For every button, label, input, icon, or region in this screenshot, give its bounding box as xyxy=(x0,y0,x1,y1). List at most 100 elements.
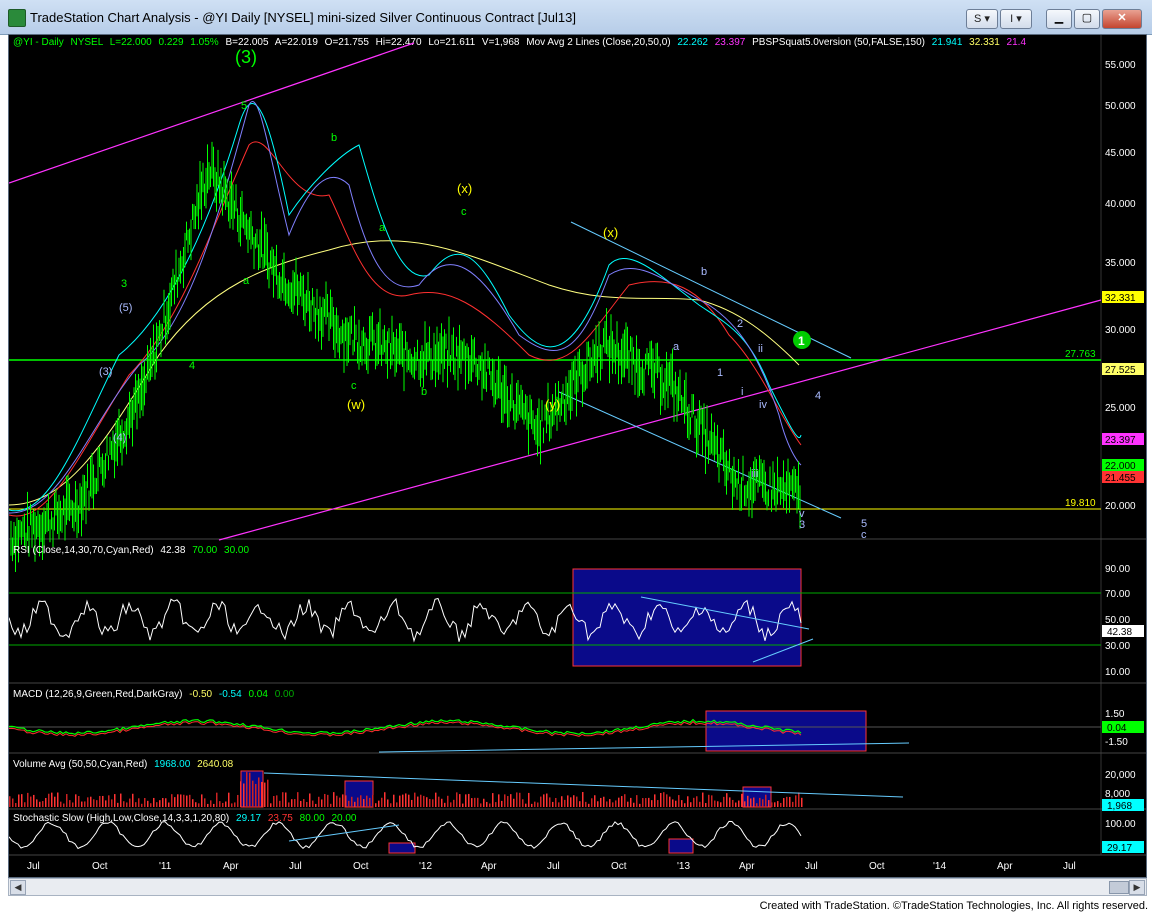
volume-bar xyxy=(753,797,755,807)
volume-bar xyxy=(540,796,542,807)
volume-bar xyxy=(429,798,431,807)
volume-bar xyxy=(156,802,158,807)
close-button[interactable]: ✕ xyxy=(1102,9,1142,29)
price-tick: 30.000 xyxy=(1105,325,1136,336)
volume-bar xyxy=(246,772,248,807)
volume-bar xyxy=(30,796,32,807)
info-mov-avg-label: Mov Avg 2 Lines (Close,20,50,0) xyxy=(526,37,670,48)
volume-bar xyxy=(258,777,260,807)
volume-tick: 8,000 xyxy=(1105,789,1130,800)
volume-v1: 1968.00 xyxy=(154,759,191,770)
volume-bar xyxy=(735,802,737,807)
volume-bar xyxy=(300,800,302,807)
info-volume: V=1,968 xyxy=(482,37,520,48)
s-dropdown-button[interactable]: S ▾ xyxy=(966,9,998,29)
volume-bar xyxy=(366,795,368,807)
volume-bar xyxy=(531,803,533,807)
i-dropdown-button[interactable]: I ▾ xyxy=(1000,9,1032,29)
macd-v1: -0.50 xyxy=(189,689,212,700)
volume-bar xyxy=(21,794,23,807)
volume-bar xyxy=(213,803,215,807)
volume-bar xyxy=(483,798,485,807)
volume-bar xyxy=(225,801,227,807)
wave-label: c xyxy=(351,380,357,392)
volume-bar xyxy=(435,792,437,807)
volume-bar xyxy=(681,800,683,807)
volume-bar xyxy=(729,797,731,807)
volume-bar xyxy=(507,796,509,807)
volume-bar xyxy=(774,802,776,807)
volume-bar xyxy=(189,794,191,807)
volume-bar xyxy=(570,797,572,807)
wave-label: 4 xyxy=(815,390,821,402)
volume-bar xyxy=(663,792,665,807)
volume-bar xyxy=(186,795,188,807)
volume-bar xyxy=(24,802,26,807)
price-marker-label: 32.331 xyxy=(1105,293,1136,304)
volume-bar xyxy=(78,796,80,807)
volume-bar xyxy=(168,802,170,807)
volume-bar xyxy=(510,794,512,807)
scroll-right-button[interactable]: ▶ xyxy=(1129,880,1145,895)
info-ma20: 22.262 xyxy=(677,37,708,48)
scroll-thumb[interactable] xyxy=(1109,881,1129,894)
volume-bar xyxy=(45,797,47,807)
wave-label: 3 xyxy=(799,519,805,531)
rsi-axis-value: 42.38 xyxy=(1107,627,1132,638)
volume-bar xyxy=(591,798,593,807)
volume-bar xyxy=(87,797,89,807)
title-bar: TradeStation Chart Analysis - @YI Daily … xyxy=(0,0,1152,35)
x-tick: Apr xyxy=(481,861,497,872)
volume-bar xyxy=(33,794,35,807)
volume-bar xyxy=(534,801,536,807)
volume-bar xyxy=(369,797,371,807)
volume-bar xyxy=(486,801,488,807)
volume-bar xyxy=(222,802,224,807)
maximize-icon: ▢ xyxy=(1081,12,1093,24)
wave-label: (y) xyxy=(545,397,560,412)
wave-label: 1 xyxy=(717,367,723,379)
minimize-button[interactable]: ▁ xyxy=(1046,9,1072,29)
volume-bar xyxy=(471,798,473,807)
volume-tick: 20,000 xyxy=(1105,770,1136,781)
horizontal-scrollbar[interactable]: ◀ ▶ xyxy=(8,878,1147,896)
volume-label: Volume Avg (50,50,Cyan,Red) xyxy=(13,759,147,770)
volume-bar xyxy=(690,802,692,807)
volume-bar xyxy=(237,794,239,807)
volume-bar xyxy=(582,792,584,807)
volume-bar xyxy=(423,795,425,807)
volume-bar xyxy=(264,782,266,807)
volume-bar xyxy=(672,799,674,807)
wave-label: (3) xyxy=(99,366,112,378)
wave-label: b xyxy=(421,386,427,398)
wave-label: i xyxy=(741,386,743,398)
volume-bar xyxy=(84,801,86,807)
volume-bar xyxy=(303,799,305,807)
volume-bar xyxy=(285,792,287,807)
chart-background xyxy=(9,35,1146,877)
scroll-left-button[interactable]: ◀ xyxy=(10,880,26,895)
volume-bar xyxy=(408,794,410,807)
volume-bar xyxy=(147,800,149,807)
volume-bar xyxy=(654,794,656,807)
info-low: Lo=21.611 xyxy=(428,37,475,48)
volume-bar xyxy=(54,796,56,807)
wave-label: b xyxy=(331,132,337,144)
info-open: O=21.755 xyxy=(325,37,370,48)
volume-bar xyxy=(783,798,785,807)
volume-bar xyxy=(702,792,704,807)
volume-bar xyxy=(345,795,347,807)
price-marker-label: 22.000 xyxy=(1105,461,1136,472)
volume-bar xyxy=(801,797,803,807)
volume-bar xyxy=(750,798,752,807)
maximize-button[interactable]: ▢ xyxy=(1074,9,1100,29)
volume-bar xyxy=(309,793,311,807)
i-button-label: I xyxy=(1010,13,1014,25)
x-tick: Oct xyxy=(611,861,627,872)
volume-bar xyxy=(498,794,500,807)
volume-bar xyxy=(51,792,53,807)
volume-bar xyxy=(636,795,638,807)
volume-bar xyxy=(651,800,653,807)
chart-area[interactable]: @YI - Daily NYSEL L=22.000 0.229 1.05% B… xyxy=(8,34,1147,878)
wave-label: (5) xyxy=(119,302,132,314)
